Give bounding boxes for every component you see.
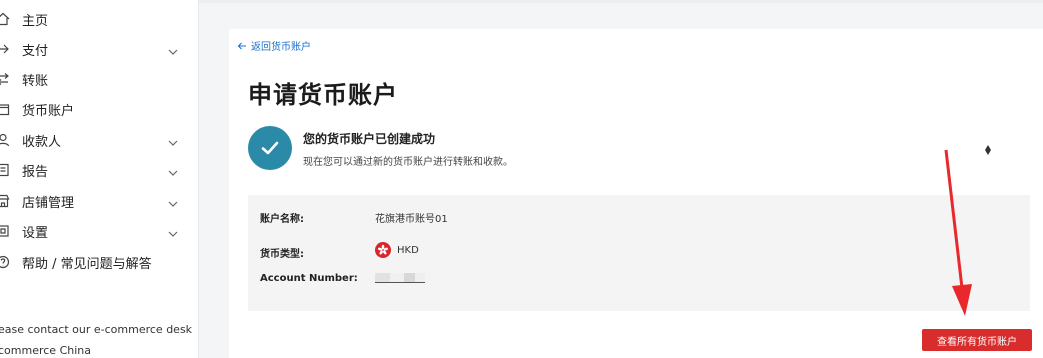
currency-type-label: 货币类型: (260, 249, 304, 260)
success-description: 现在您可以通过新的货币账户进行转账和收款。 (303, 157, 513, 168)
account-name-text: 花旗港币账号01 (375, 214, 448, 225)
success-title: 您的货币账户已创建成功 (303, 132, 436, 146)
sidebar-item-label: 设置 (22, 225, 49, 241)
sidebar-item-label: 店铺管理 (22, 195, 75, 211)
sidebar-item-help[interactable]: 帮助 / 常见问题与解答 (0, 247, 199, 277)
sidebar-item-payment[interactable]: 支付 (0, 34, 199, 64)
account-name-value: 花旗港币账号01 (375, 210, 448, 225)
chevron-down-icon (167, 225, 179, 237)
transfer-icon (0, 72, 10, 86)
redacted-account-number (375, 273, 425, 283)
home-icon (0, 12, 10, 26)
sidebar-item-label: 支付 (22, 43, 49, 59)
contact-text: commerce China (0, 344, 91, 357)
sidebar-item-home[interactable]: 主页 (0, 4, 199, 34)
account-number-value (375, 273, 425, 283)
account-name-label: 账户名称: (260, 214, 304, 225)
sidebar-item-label: 帮助 / 常见问题与解答 (22, 256, 152, 272)
view-all-currency-accounts-button[interactable]: 查看所有货币账户 (922, 329, 1032, 351)
hong-kong-flag-icon (375, 242, 391, 258)
arrow-left-icon (237, 42, 246, 49)
page-title: 申请货币账户 (248, 81, 398, 109)
back-link-label: 返回货币账户 (251, 42, 311, 53)
sidebar-item-transfer[interactable]: 转账 (0, 64, 199, 94)
sidebar-item-label: 收款人 (22, 134, 62, 150)
chevron-down-icon (167, 164, 179, 176)
sidebar-item-label: 转账 (22, 73, 49, 89)
report-icon (0, 163, 10, 177)
cursor-mark-icon (985, 145, 991, 155)
success-check-icon (248, 126, 292, 170)
sidebar-item-label: 货币账户 (22, 103, 75, 119)
currency-type-value: HKD (375, 242, 419, 258)
top-divider (199, 0, 1043, 3)
settings-icon (0, 224, 10, 238)
wallet-icon (0, 102, 10, 116)
sidebar-item-settings[interactable]: 设置 (0, 216, 199, 246)
chevron-down-icon (167, 195, 179, 207)
contact-text: ease contact our e-commerce desk (0, 323, 193, 336)
store-icon (0, 194, 10, 208)
sidebar-item-store-management[interactable]: 店铺管理 (0, 186, 199, 216)
currency-code: HKD (397, 244, 419, 256)
account-details-panel: 账户名称: 花旗港币账号01 货币类型: HKD Account Number: (248, 195, 1030, 311)
sidebar-item-currency-accounts[interactable]: 货币账户 (0, 94, 199, 124)
payment-arrow-icon (0, 42, 10, 56)
main-content: 返回货币账户 申请货币账户 您的货币账户已创建成功 现在您可以通过新的货币账户进… (199, 0, 1043, 358)
sidebar: 主页 支付 转账 货币账户 收款人 报告 店铺管理 设置 帮助 / 常见问题与解… (0, 0, 199, 358)
sidebar-item-payees[interactable]: 收款人 (0, 125, 199, 155)
sidebar-item-reports[interactable]: 报告 (0, 155, 199, 185)
person-icon (0, 133, 10, 147)
chevron-down-icon (167, 134, 179, 146)
sidebar-item-label: 报告 (22, 164, 49, 180)
account-number-label: Account Number: (260, 273, 358, 284)
sidebar-item-label: 主页 (22, 13, 49, 29)
chevron-down-icon (167, 43, 179, 55)
help-icon (0, 255, 10, 269)
back-to-currency-accounts-link[interactable]: 返回货币账户 (237, 38, 311, 53)
content-card: 返回货币账户 申请货币账户 您的货币账户已创建成功 现在您可以通过新的货币账户进… (229, 29, 1043, 358)
